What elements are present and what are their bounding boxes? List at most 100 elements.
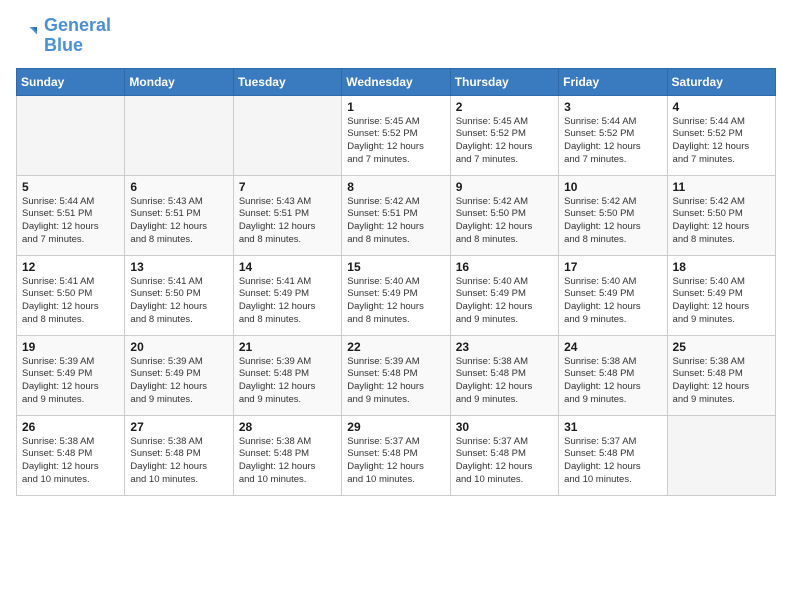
day-number: 5: [22, 180, 119, 194]
day-number: 16: [456, 260, 553, 274]
day-info: Sunrise: 5:45 AM Sunset: 5:52 PM Dayligh…: [347, 116, 444, 167]
calendar-cell: 21Sunrise: 5:39 AM Sunset: 5:48 PM Dayli…: [233, 335, 341, 415]
day-number: 2: [456, 100, 553, 114]
day-number: 10: [564, 180, 661, 194]
calendar-cell: 20Sunrise: 5:39 AM Sunset: 5:49 PM Dayli…: [125, 335, 233, 415]
day-info: Sunrise: 5:38 AM Sunset: 5:48 PM Dayligh…: [22, 436, 119, 487]
day-number: 6: [130, 180, 227, 194]
day-info: Sunrise: 5:38 AM Sunset: 5:48 PM Dayligh…: [239, 436, 336, 487]
calendar-cell: 15 Sunrise: 5:40 AM Sunset: 5:49 PM Dayli…: [342, 255, 450, 335]
calendar-cell: 10 Sunrise: 5:42 AM Sunset: 5:50 PM Dayli…: [559, 175, 667, 255]
calendar-cell: [667, 415, 775, 495]
calendar-week-1: 1 Sunrise: 5:45 AM Sunset: 5:52 PM Daylig…: [17, 95, 776, 175]
calendar-cell: 6 Sunrise: 5:43 AM Sunset: 5:51 PM Daylig…: [125, 175, 233, 255]
day-number: 14: [239, 260, 336, 274]
day-info: Sunrise: 5:40 AM Sunset: 5:49 PM Dayligh…: [456, 276, 553, 327]
calendar-cell: 11Sunrise: 5:42 AM Sunset: 5:50 PM Dayli…: [667, 175, 775, 255]
weekday-header-thursday: Thursday: [450, 68, 558, 95]
calendar-cell: 7 Sunrise: 5:43 AM Sunset: 5:51 PM Daylig…: [233, 175, 341, 255]
calendar-cell: 3 Sunrise: 5:44 AM Sunset: 5:52 PM Daylig…: [559, 95, 667, 175]
calendar-week-4: 19 Sunrise: 5:39 AM Sunset: 5:49 PM Dayli…: [17, 335, 776, 415]
calendar-table: SundayMondayTuesdayWednesdayThursdayFrid…: [16, 68, 776, 496]
calendar-cell: 27 Sunrise: 5:38 AM Sunset: 5:48 PM Dayli…: [125, 415, 233, 495]
day-info: Sunrise: 5:38 AM Sunset: 5:48 PM Dayligh…: [456, 356, 553, 407]
day-info: Sunrise: 5:39 AM Sunset: 5:49 PM Dayligh…: [22, 356, 119, 407]
day-number: 29: [347, 420, 444, 434]
calendar-cell: 28 Sunrise: 5:38 AM Sunset: 5:48 PM Dayli…: [233, 415, 341, 495]
day-info: Sunrise: 5:42 AM Sunset: 5:50 PM Dayligh…: [564, 196, 661, 247]
logo-icon: [16, 24, 40, 48]
calendar-week-5: 26 Sunrise: 5:38 AM Sunset: 5:48 PM Dayli…: [17, 415, 776, 495]
weekday-header-sunday: Sunday: [17, 68, 125, 95]
calendar-cell: [125, 95, 233, 175]
day-info: Sunrise: 5:38 AM Sunset: 5:48 PM Dayligh…: [130, 436, 227, 487]
calendar-cell: 9Sunrise: 5:42 AM Sunset: 5:50 PM Daylig…: [450, 175, 558, 255]
day-info: Sunrise: 5:39 AM Sunset: 5:49 PM Dayligh…: [130, 356, 227, 407]
calendar-cell: 13 Sunrise: 5:41 AM Sunset: 5:50 PM Dayli…: [125, 255, 233, 335]
calendar-cell: 2 Sunrise: 5:45 AM Sunset: 5:52 PM Daylig…: [450, 95, 558, 175]
day-number: 26: [22, 420, 119, 434]
calendar-cell: 29Sunrise: 5:37 AM Sunset: 5:48 PM Dayli…: [342, 415, 450, 495]
day-number: 11: [673, 180, 770, 194]
day-info: Sunrise: 5:43 AM Sunset: 5:51 PM Dayligh…: [130, 196, 227, 247]
day-number: 1: [347, 100, 444, 114]
day-number: 8: [347, 180, 444, 194]
day-info: Sunrise: 5:41 AM Sunset: 5:50 PM Dayligh…: [130, 276, 227, 327]
calendar-cell: [17, 95, 125, 175]
calendar-cell: 4Sunrise: 5:44 AM Sunset: 5:52 PM Daylig…: [667, 95, 775, 175]
day-number: 28: [239, 420, 336, 434]
logo: General Blue: [16, 16, 111, 56]
day-number: 19: [22, 340, 119, 354]
day-number: 15: [347, 260, 444, 274]
calendar-cell: 24 Sunrise: 5:38 AM Sunset: 5:48 PM Dayli…: [559, 335, 667, 415]
header: General Blue: [16, 16, 776, 56]
calendar-cell: 26 Sunrise: 5:38 AM Sunset: 5:48 PM Dayli…: [17, 415, 125, 495]
day-info: Sunrise: 5:41 AM Sunset: 5:49 PM Dayligh…: [239, 276, 336, 327]
day-info: Sunrise: 5:39 AM Sunset: 5:48 PM Dayligh…: [347, 356, 444, 407]
day-number: 22: [347, 340, 444, 354]
day-info: Sunrise: 5:40 AM Sunset: 5:49 PM Dayligh…: [347, 276, 444, 327]
weekday-header-tuesday: Tuesday: [233, 68, 341, 95]
logo-general: General: [44, 16, 111, 36]
day-number: 17: [564, 260, 661, 274]
calendar-cell: 14 Sunrise: 5:41 AM Sunset: 5:49 PM Dayli…: [233, 255, 341, 335]
calendar-cell: 12Sunrise: 5:41 AM Sunset: 5:50 PM Dayli…: [17, 255, 125, 335]
day-info: Sunrise: 5:42 AM Sunset: 5:51 PM Dayligh…: [347, 196, 444, 247]
day-info: Sunrise: 5:41 AM Sunset: 5:50 PM Dayligh…: [22, 276, 119, 327]
day-number: 30: [456, 420, 553, 434]
calendar-cell: 25 Sunrise: 5:38 AM Sunset: 5:48 PM Dayli…: [667, 335, 775, 415]
day-info: Sunrise: 5:39 AM Sunset: 5:48 PM Dayligh…: [239, 356, 336, 407]
calendar-cell: 1 Sunrise: 5:45 AM Sunset: 5:52 PM Daylig…: [342, 95, 450, 175]
calendar-cell: 22 Sunrise: 5:39 AM Sunset: 5:48 PM Dayli…: [342, 335, 450, 415]
day-info: Sunrise: 5:40 AM Sunset: 5:49 PM Dayligh…: [564, 276, 661, 327]
day-info: Sunrise: 5:40 AM Sunset: 5:49 PM Dayligh…: [673, 276, 770, 327]
day-info: Sunrise: 5:43 AM Sunset: 5:51 PM Dayligh…: [239, 196, 336, 247]
day-number: 25: [673, 340, 770, 354]
calendar-cell: 19 Sunrise: 5:39 AM Sunset: 5:49 PM Dayli…: [17, 335, 125, 415]
logo-blue: Blue: [44, 36, 111, 56]
day-number: 3: [564, 100, 661, 114]
day-number: 23: [456, 340, 553, 354]
calendar-cell: 8 Sunrise: 5:42 AM Sunset: 5:51 PM Daylig…: [342, 175, 450, 255]
calendar-cell: 18 Sunrise: 5:40 AM Sunset: 5:49 PM Dayli…: [667, 255, 775, 335]
day-info: Sunrise: 5:44 AM Sunset: 5:51 PM Dayligh…: [22, 196, 119, 247]
calendar-cell: 31 Sunrise: 5:37 AM Sunset: 5:48 PM Dayli…: [559, 415, 667, 495]
day-number: 18: [673, 260, 770, 274]
day-number: 27: [130, 420, 227, 434]
day-number: 13: [130, 260, 227, 274]
day-info: Sunrise: 5:38 AM Sunset: 5:48 PM Dayligh…: [673, 356, 770, 407]
calendar-cell: 23 Sunrise: 5:38 AM Sunset: 5:48 PM Dayli…: [450, 335, 558, 415]
day-number: 24: [564, 340, 661, 354]
day-info: Sunrise: 5:38 AM Sunset: 5:48 PM Dayligh…: [564, 356, 661, 407]
day-info: Sunrise: 5:37 AM Sunset: 5:48 PM Dayligh…: [564, 436, 661, 487]
calendar-cell: 17 Sunrise: 5:40 AM Sunset: 5:49 PM Dayli…: [559, 255, 667, 335]
day-number: 31: [564, 420, 661, 434]
day-info: Sunrise: 5:42 AM Sunset: 5:50 PM Dayligh…: [456, 196, 553, 247]
weekday-header-wednesday: Wednesday: [342, 68, 450, 95]
day-number: 4: [673, 100, 770, 114]
calendar-cell: 30Sunrise: 5:37 AM Sunset: 5:48 PM Dayli…: [450, 415, 558, 495]
day-number: 7: [239, 180, 336, 194]
day-info: Sunrise: 5:45 AM Sunset: 5:52 PM Dayligh…: [456, 116, 553, 167]
day-info: Sunrise: 5:44 AM Sunset: 5:52 PM Dayligh…: [564, 116, 661, 167]
weekday-header-friday: Friday: [559, 68, 667, 95]
